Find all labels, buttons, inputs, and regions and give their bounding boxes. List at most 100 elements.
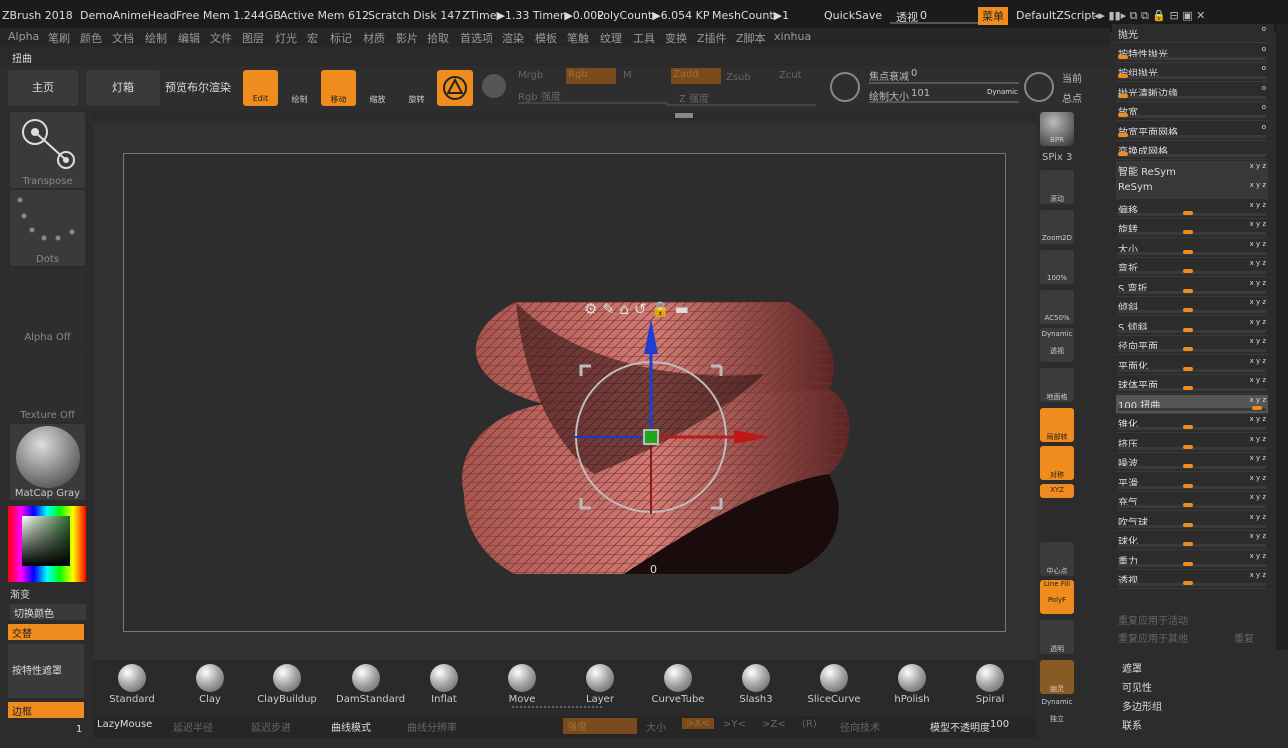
slider-knob[interactable]	[1118, 93, 1128, 98]
rgb-button[interactable]: Rgb	[566, 68, 616, 84]
axis-toggle-icon[interactable]: x y z	[1250, 571, 1266, 579]
radio-icon[interactable]: o	[1262, 25, 1266, 33]
curve-resolution-slider[interactable]: 曲线分辨率	[407, 719, 457, 734]
radial-symmetry-button[interactable]: (R)	[802, 719, 817, 730]
deformation-slider[interactable]	[1118, 269, 1266, 274]
deformation-slider[interactable]	[1118, 230, 1266, 235]
deformation-row[interactable]: 变换成网格	[1116, 141, 1268, 160]
deformation-row[interactable]: 球化 x y z	[1116, 531, 1268, 550]
z-intensity-slider[interactable]	[666, 104, 816, 106]
deformation-slider[interactable]	[1118, 308, 1266, 313]
deformation-row[interactable]: 偏移 x y z	[1116, 200, 1268, 219]
deformation-row[interactable]: 按组抛光 o	[1116, 63, 1268, 82]
slider-knob[interactable]	[1182, 561, 1193, 566]
half-size-button[interactable]: AC50%	[1040, 290, 1074, 324]
deformation-slider[interactable]	[1118, 425, 1266, 430]
axis-toggle-icon[interactable]: x y z	[1250, 279, 1266, 287]
deformation-row[interactable]: 锥化 x y z	[1116, 414, 1268, 433]
radio-icon[interactable]: o	[1262, 45, 1266, 53]
axis-toggle-icon[interactable]: x y z	[1250, 220, 1266, 228]
curve-mode-button[interactable]: 曲线模式	[331, 719, 371, 734]
deformation-row[interactable]: 放宽平面网格 o	[1116, 122, 1268, 141]
radio-icon[interactable]: o	[1262, 123, 1266, 131]
deformation-slider[interactable]	[1118, 288, 1266, 294]
deformation-row[interactable]: 重力 x y z	[1116, 551, 1268, 570]
menu-item[interactable]: 编辑	[178, 30, 200, 46]
menu-item[interactable]: 图层	[242, 30, 264, 46]
document-viewport[interactable]: ⚙ ✎ ⌂ ↺ 🔒 ▬ 0	[123, 153, 1006, 632]
canvas-scrollbar[interactable]	[93, 112, 1036, 120]
deformation-slider[interactable]	[1118, 386, 1266, 391]
menu-item[interactable]: 纹理	[600, 30, 622, 46]
deformation-row[interactable]: 按特性抛光 o	[1116, 44, 1268, 63]
center-point-button[interactable]: 中心点	[1040, 542, 1074, 576]
draw-size-value[interactable]: 101	[911, 88, 930, 99]
rotate-button[interactable]: 旋转	[399, 70, 434, 106]
gizmo-center[interactable]	[643, 429, 659, 445]
slider-knob[interactable]	[1182, 542, 1193, 546]
brush-button[interactable]: Inflat	[414, 664, 474, 705]
dynamic-toggle[interactable]: Dynamic	[987, 88, 1018, 96]
gizmo-toolbar-icons[interactable]: ⚙ ✎ ⌂ ↺ 🔒 ▬	[584, 300, 689, 318]
draw-size-slider[interactable]	[869, 101, 1019, 103]
lazy-step-slider[interactable]: 延迟步进	[251, 719, 291, 734]
deformation-slider[interactable]	[1118, 561, 1266, 567]
z-intensity-label[interactable]: Z 强度	[679, 90, 709, 105]
deformation-row[interactable]: 球体平面 x y z	[1116, 375, 1268, 394]
menu-item[interactable]: Alpha	[8, 30, 39, 43]
menu-item[interactable]: 材质	[363, 30, 385, 46]
deformation-slider[interactable]	[1118, 542, 1266, 547]
deformation-row[interactable]: 100 扭曲 x y z	[1116, 394, 1268, 414]
deformation-slider[interactable]	[1118, 54, 1266, 60]
shelf-handle[interactable]	[512, 706, 602, 712]
polyframe-button[interactable]: Line Fill PolyF	[1040, 580, 1074, 614]
subpalette-item[interactable]: 可见性	[1122, 679, 1152, 694]
zscript-name[interactable]: DefaultZScript	[1016, 9, 1096, 22]
axis-toggle-icon[interactable]: x y z	[1250, 376, 1266, 384]
menu-item[interactable]: 标记	[330, 30, 352, 46]
axis-toggle-icon[interactable]: x y z	[1250, 532, 1266, 540]
draw-button[interactable]: 绘制	[282, 70, 317, 106]
deformation-row[interactable]: 弯折 x y z	[1116, 258, 1268, 277]
menu-item[interactable]: 文件	[210, 30, 232, 46]
zoom2d-button[interactable]: Zoom2D	[1040, 210, 1074, 244]
y-symmetry-button[interactable]: >Y<	[723, 719, 746, 730]
axis-toggle-icon[interactable]: x y z	[1250, 162, 1266, 170]
quicksave-button[interactable]: QuickSave	[824, 9, 882, 22]
transparency-slider[interactable]	[890, 22, 980, 24]
d-icon[interactable]	[1024, 72, 1054, 102]
axis-toggle-icon[interactable]: x y z	[1250, 298, 1266, 306]
focal-shift-value[interactable]: 0	[911, 68, 917, 79]
menu-item[interactable]: 模板	[535, 30, 557, 46]
slider-knob[interactable]	[1182, 503, 1193, 507]
deformation-row[interactable]: S 倾斜 x y z	[1116, 317, 1268, 336]
menu-item[interactable]: 渲染	[502, 30, 524, 46]
color-picker[interactable]	[8, 506, 86, 582]
size-slider[interactable]: 大小	[646, 719, 666, 734]
subpalette-item[interactable]: 多边形组	[1122, 698, 1162, 713]
zsub-button[interactable]: Zsub	[726, 72, 751, 83]
slider-knob[interactable]	[1118, 152, 1128, 156]
slider-knob[interactable]	[1182, 522, 1193, 527]
m-button[interactable]: M	[623, 70, 632, 81]
axis-toggle-icon[interactable]: x y z	[1250, 435, 1266, 443]
axis-toggle-icon[interactable]: x y z	[1250, 513, 1266, 521]
brush-button[interactable]: ClayBuildup	[257, 664, 317, 705]
gizmo-toggle-icon[interactable]	[437, 70, 473, 106]
deformation-row[interactable]: 倾斜 x y z	[1116, 297, 1268, 316]
axis-toggle-icon[interactable]: x y z	[1250, 396, 1266, 404]
slider-knob[interactable]	[1182, 425, 1193, 429]
menu-item[interactable]: 笔触	[567, 30, 589, 46]
menu-item[interactable]: 颜色	[80, 30, 102, 46]
deformation-slider[interactable]	[1118, 152, 1266, 157]
solo-button[interactable]: Dynamic 独立	[1040, 696, 1074, 730]
deformation-row[interactable]: 吹气球 x y z	[1116, 512, 1268, 531]
slider-knob[interactable]	[1118, 74, 1128, 78]
radio-icon[interactable]: o	[1262, 103, 1266, 111]
deformation-slider[interactable]	[1118, 464, 1266, 469]
menu-item[interactable]: 影片	[396, 30, 418, 46]
repeat-active-button[interactable]: 重复应用于活动	[1118, 612, 1188, 627]
deformation-slider[interactable]	[1118, 483, 1266, 489]
menu-item[interactable]: 宏	[307, 30, 318, 46]
deformation-slider[interactable]	[1118, 444, 1266, 450]
